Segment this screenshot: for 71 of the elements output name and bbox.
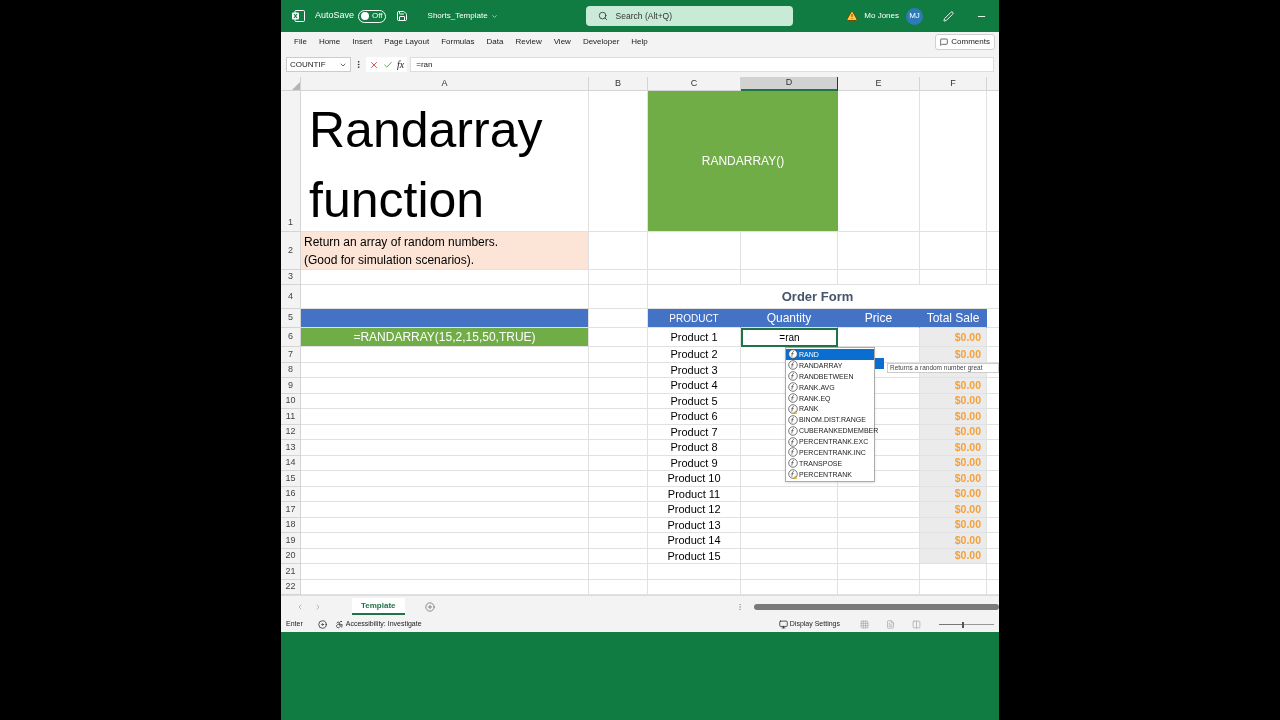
row-number[interactable]: 9 — [281, 378, 301, 394]
total-cell: $0.00 — [920, 378, 987, 394]
description-line: (Good for simulation scenarios). — [304, 251, 476, 269]
ribbon-tab[interactable]: Insert — [352, 36, 373, 48]
table-cell: Product 5 — [648, 393, 741, 409]
row-number[interactable]: 11 — [281, 409, 301, 425]
ribbon-tab[interactable]: Formulas — [441, 36, 475, 48]
column-header[interactable]: D — [741, 77, 838, 91]
user-avatar[interactable]: MJ — [906, 7, 923, 25]
row-number[interactable]: 6 — [281, 328, 301, 347]
column-header[interactable]: E — [838, 77, 920, 91]
row-number[interactable]: 5 — [281, 309, 301, 328]
ribbon-tab[interactable]: View — [553, 36, 571, 48]
table-cell: Product 4 — [648, 378, 741, 394]
active-cell[interactable]: =ran — [741, 328, 838, 347]
row-number[interactable]: 2 — [281, 232, 301, 270]
column-heading: Quantity — [741, 309, 838, 328]
sheet-title: Randarray function — [309, 101, 544, 230]
formula-input[interactable]: =ran — [410, 57, 994, 72]
table-cell: Product 3 — [648, 362, 741, 378]
total-cell: $0.00 — [920, 328, 987, 347]
column-heading: PRODUCT — [648, 309, 741, 328]
column-header[interactable]: B — [589, 77, 648, 91]
column-header[interactable]: F — [920, 77, 987, 91]
table-cell: Product 14 — [648, 533, 741, 549]
autosave-label: AutoSave — [315, 9, 355, 23]
table-cell: Product 10 — [648, 471, 741, 487]
table-cell: Product 15 — [648, 548, 741, 564]
table-cell: Product 11 — [648, 486, 741, 502]
name-box[interactable]: COUNTIF — [286, 57, 351, 72]
total-cell: $0.00 — [920, 440, 987, 456]
ribbon-tab[interactable]: Data — [486, 36, 504, 48]
table-cell: Product 13 — [648, 517, 741, 533]
comments-button[interactable]: Comments — [935, 34, 995, 50]
ribbon-tab[interactable]: File — [294, 36, 307, 48]
column-heading: Price — [838, 309, 920, 328]
row-number[interactable]: 4 — [281, 285, 301, 309]
formula-cell: =RANDARRAY(15,2,15,50,TRUE) — [301, 328, 589, 347]
insert-function-button[interactable]: fx — [397, 57, 405, 72]
column-header[interactable]: A — [301, 77, 589, 91]
total-cell: $0.00 — [920, 533, 987, 549]
search-field[interactable]: Search (Alt+Q) — [585, 6, 793, 26]
table-cell: Product 8 — [648, 440, 741, 456]
table-cell: Product 7 — [648, 424, 741, 440]
user-name: Mo Jones — [864, 10, 899, 22]
total-cell: $0.00 — [920, 471, 987, 487]
column-heading: Total Sale — [920, 309, 987, 328]
ribbon-tab[interactable]: Review — [515, 36, 542, 48]
row-number[interactable]: 13 — [281, 440, 301, 456]
table-cell: Product 6 — [648, 409, 741, 425]
description-line: Return an array of random numbers. — [304, 233, 500, 251]
row-number[interactable]: 15 — [281, 471, 301, 487]
row-number[interactable]: 17 — [281, 502, 301, 518]
table-cell: Product 9 — [648, 455, 741, 471]
row-number[interactable]: 1 — [281, 91, 301, 232]
ribbon-tab[interactable]: Home — [318, 36, 341, 48]
ribbon-tab[interactable]: Developer — [582, 36, 620, 48]
ribbon-tab[interactable]: Page Layout — [384, 36, 430, 48]
table-cell: Product 12 — [648, 502, 741, 518]
table-cell: Product 2 — [648, 347, 741, 363]
row-number[interactable]: 19 — [281, 533, 301, 549]
total-cell: $0.00 — [920, 347, 987, 363]
ribbon-tab[interactable]: Help — [631, 36, 648, 48]
box-label: RANDARRAY() — [701, 153, 785, 170]
filename-button[interactable]: Shorts_Template — [427, 10, 498, 22]
row-number[interactable]: 3 — [281, 270, 301, 285]
total-cell: $0.00 — [920, 409, 987, 425]
row-number[interactable]: 7 — [281, 347, 301, 363]
row-number[interactable]: 21 — [281, 564, 301, 580]
total-cell: $0.00 — [920, 502, 987, 518]
sheet-tab[interactable]: Template — [352, 598, 405, 615]
